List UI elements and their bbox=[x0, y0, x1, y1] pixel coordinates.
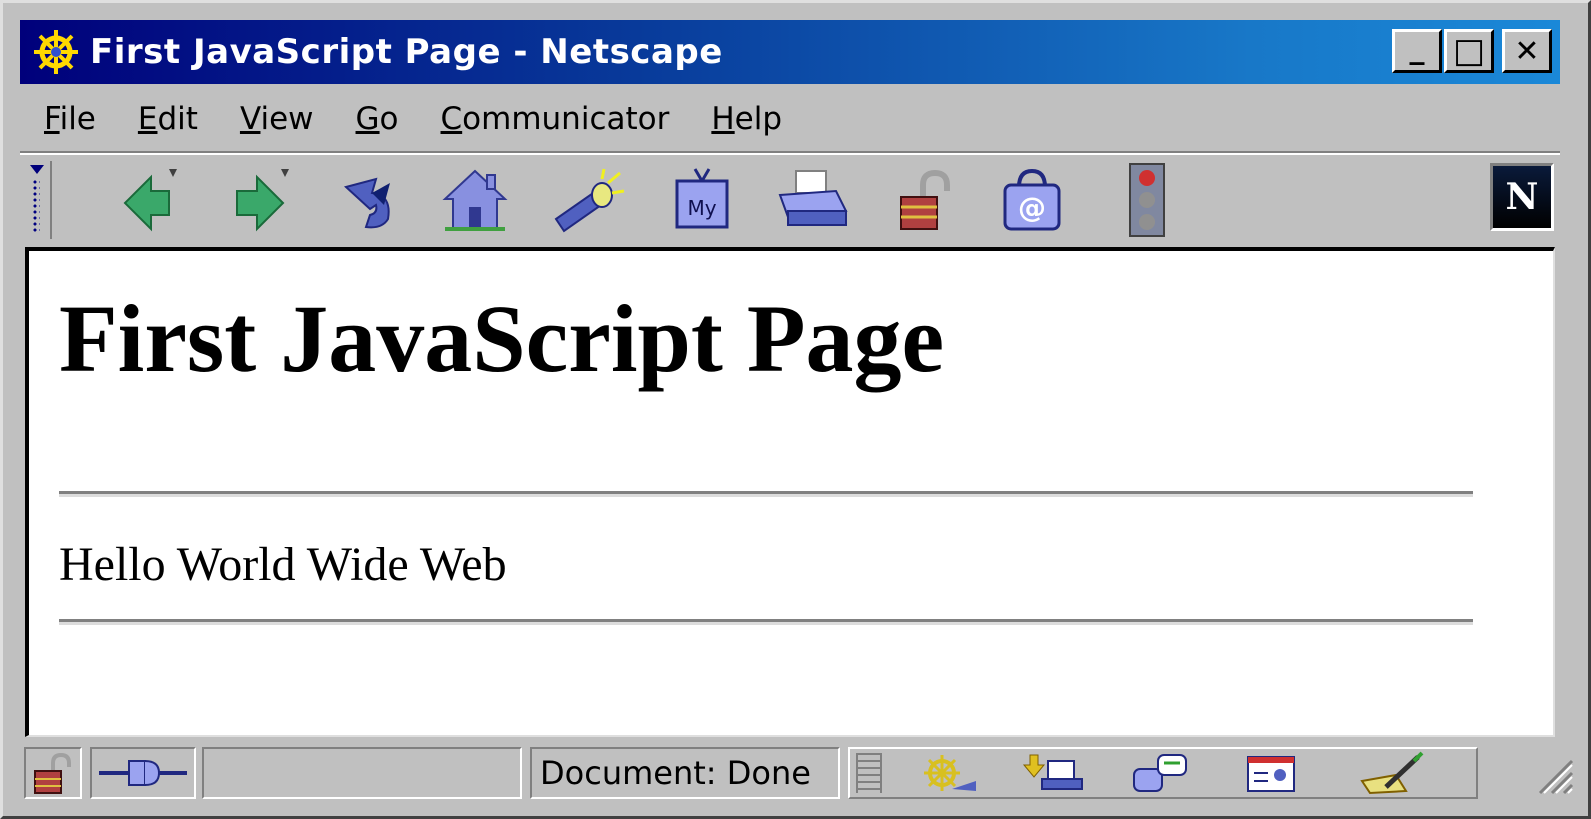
search-flashlight-icon bbox=[554, 168, 625, 233]
mail-button[interactable] bbox=[1020, 751, 1084, 795]
unlocked-padlock-icon bbox=[34, 752, 71, 794]
my-netscape-icon: My bbox=[675, 168, 729, 229]
maximize-icon: □ bbox=[1452, 31, 1486, 71]
forward-button[interactable] bbox=[216, 161, 300, 239]
security-status[interactable] bbox=[24, 747, 82, 799]
connection-status[interactable] bbox=[90, 747, 196, 799]
menu-bar: File Edit View Go Communicator Help bbox=[20, 91, 800, 147]
status-message: Document: Done bbox=[530, 747, 840, 799]
inbox-icon bbox=[1022, 754, 1083, 790]
close-button[interactable]: ✕ bbox=[1502, 29, 1552, 73]
browser-window: First JavaScript Page - Netscape _ □ ✕ F… bbox=[0, 0, 1591, 819]
stop-button[interactable] bbox=[1105, 161, 1189, 239]
home-icon bbox=[442, 169, 508, 231]
minimize-button[interactable]: _ bbox=[1392, 29, 1442, 73]
svg-text:@: @ bbox=[1018, 191, 1046, 224]
page-heading: First JavaScript Page bbox=[59, 285, 945, 392]
progress-bar bbox=[202, 747, 522, 799]
netscape-logo-letter: N bbox=[1505, 176, 1539, 218]
minimize-icon: _ bbox=[1409, 30, 1425, 66]
menu-separator bbox=[20, 151, 1560, 155]
discussion-button[interactable] bbox=[1128, 751, 1192, 795]
stop-traffic-light-icon bbox=[1129, 163, 1165, 237]
navigator-ship-wheel-icon bbox=[924, 755, 976, 791]
status-text: Document: Done bbox=[540, 754, 811, 792]
reload-button[interactable] bbox=[325, 161, 409, 239]
window-title: First JavaScript Page - Netscape bbox=[90, 32, 723, 72]
back-button[interactable] bbox=[108, 161, 192, 239]
security-button[interactable] bbox=[882, 161, 966, 239]
navigation-toolbar: My @ N bbox=[20, 157, 1560, 243]
component-bar bbox=[848, 747, 1478, 799]
address-book-icon bbox=[1247, 756, 1295, 792]
shop-button[interactable]: @ bbox=[990, 161, 1074, 239]
menu-file[interactable]: File bbox=[44, 101, 96, 137]
netscape-ship-wheel-icon[interactable] bbox=[30, 26, 82, 78]
horizontal-rule-bottom bbox=[59, 619, 1473, 625]
svg-text:My: My bbox=[687, 196, 716, 220]
shopping-bag-icon: @ bbox=[1003, 168, 1061, 231]
maximize-button[interactable]: □ bbox=[1444, 29, 1494, 73]
home-button[interactable] bbox=[433, 161, 517, 239]
composer-pen-icon bbox=[1360, 751, 1424, 795]
title-bar[interactable]: First JavaScript Page - Netscape _ □ ✕ bbox=[20, 20, 1560, 84]
reload-icon bbox=[343, 177, 390, 229]
status-bar: Document: Done bbox=[20, 743, 1580, 803]
composer-button[interactable] bbox=[1240, 751, 1304, 795]
my-netscape-button[interactable]: My bbox=[660, 161, 744, 239]
discussion-groups-icon bbox=[1133, 754, 1187, 792]
page-content[interactable]: First JavaScript Page Hello World Wide W… bbox=[25, 247, 1555, 737]
navigator-button[interactable] bbox=[916, 751, 980, 795]
component-bar-grip[interactable] bbox=[856, 753, 882, 793]
menu-view[interactable]: View bbox=[240, 101, 314, 137]
forward-arrow-icon bbox=[236, 169, 289, 232]
collapse-toolbar-icon[interactable] bbox=[30, 165, 44, 174]
back-arrow-icon bbox=[123, 169, 177, 232]
print-button[interactable] bbox=[770, 161, 854, 239]
menu-go[interactable]: Go bbox=[356, 101, 399, 137]
netscape-logo[interactable]: N bbox=[1490, 163, 1554, 231]
padlock-icon bbox=[900, 169, 950, 230]
horizontal-rule-top bbox=[59, 491, 1473, 497]
close-icon: ✕ bbox=[1514, 33, 1540, 69]
menu-edit[interactable]: Edit bbox=[138, 101, 198, 137]
toolbar-grip[interactable] bbox=[24, 161, 52, 239]
body-text: Hello World Wide Web bbox=[59, 538, 507, 591]
printer-icon bbox=[778, 170, 848, 226]
connection-plug-icon bbox=[99, 760, 187, 786]
menu-help[interactable]: Help bbox=[711, 101, 782, 137]
edit-button[interactable] bbox=[1356, 751, 1426, 795]
menu-communicator[interactable]: Communicator bbox=[441, 101, 670, 137]
search-button[interactable] bbox=[546, 161, 630, 239]
resize-grip-icon[interactable] bbox=[1532, 753, 1574, 795]
